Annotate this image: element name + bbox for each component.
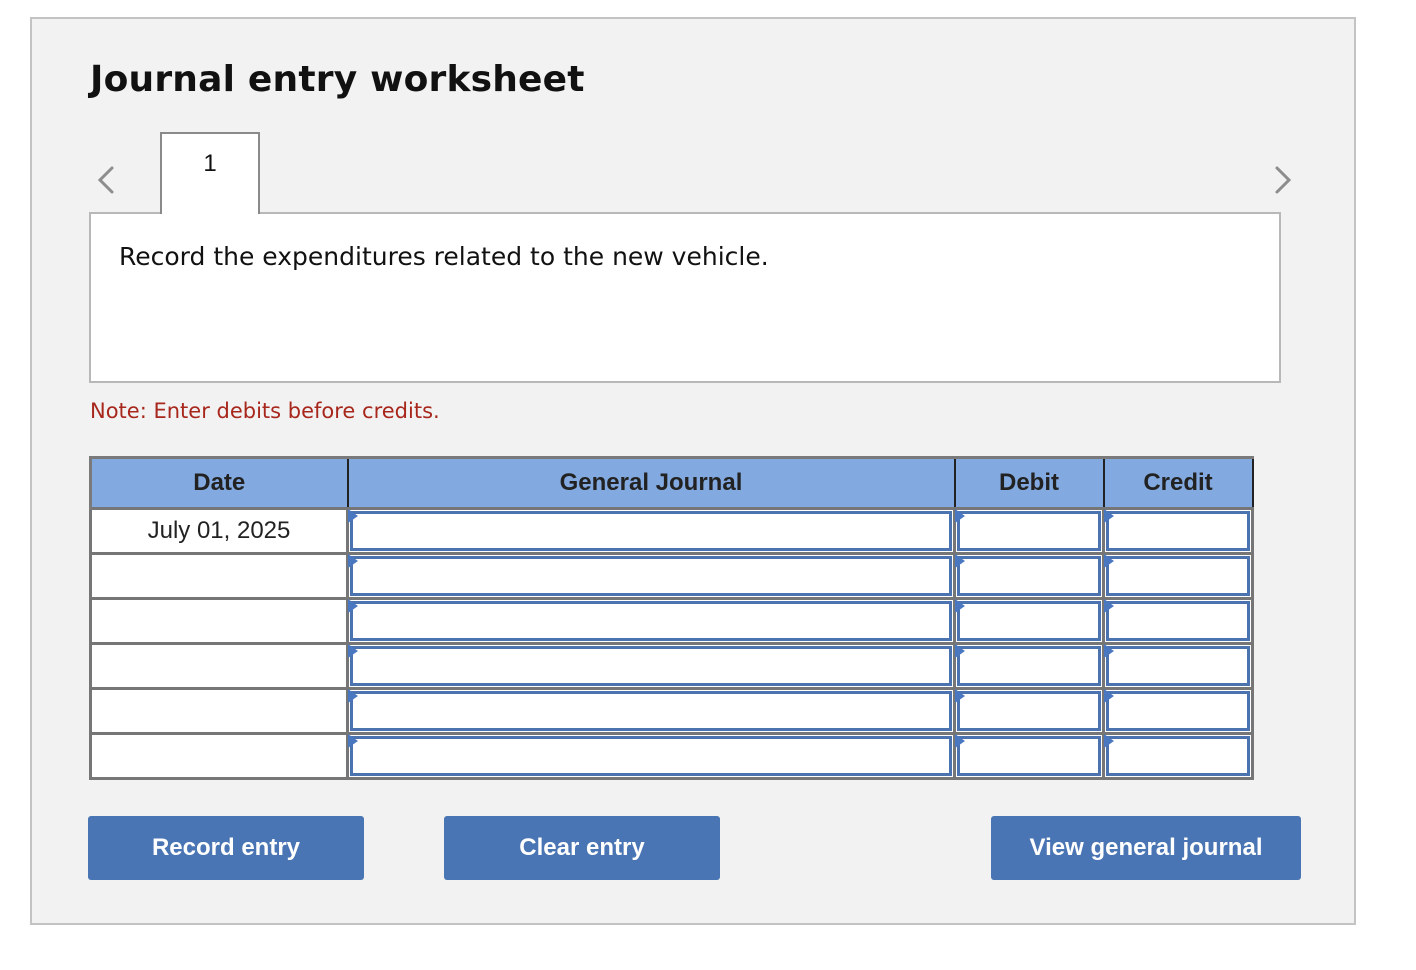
journal-table: Date General Journal Debit Credit July 0… [89, 456, 1254, 780]
credit-input[interactable] [1106, 556, 1250, 596]
clear-entry-button[interactable]: Clear entry [444, 816, 720, 880]
debit-cell [953, 642, 1105, 690]
debit-cell [953, 687, 1105, 735]
account-cell [346, 507, 956, 555]
cell-marker-icon [1104, 599, 1114, 613]
record-entry-button[interactable]: Record entry [88, 816, 364, 880]
account-dropdown[interactable] [350, 736, 952, 776]
debit-cell [953, 597, 1105, 645]
debit-input[interactable] [957, 511, 1101, 551]
cell-marker-icon [348, 734, 358, 748]
credit-cell [1102, 552, 1254, 600]
account-cell [346, 597, 956, 645]
column-header-general-journal: General Journal [346, 456, 956, 510]
credit-input[interactable] [1106, 601, 1250, 641]
cell-marker-icon [1104, 689, 1114, 703]
table-header-row: Date General Journal Debit Credit [89, 456, 1254, 510]
account-cell [346, 732, 956, 780]
worksheet-title: Journal entry worksheet [90, 59, 585, 100]
date-cell [89, 642, 349, 690]
credit-input[interactable] [1106, 736, 1250, 776]
account-cell [346, 552, 956, 600]
credit-input[interactable] [1106, 646, 1250, 686]
date-cell [89, 597, 349, 645]
debit-cell [953, 552, 1105, 600]
view-general-journal-button[interactable]: View general journal [991, 816, 1301, 880]
cell-marker-icon [955, 644, 965, 658]
cell-marker-icon [1104, 734, 1114, 748]
column-header-date: Date [89, 456, 349, 510]
next-tab-button[interactable] [1267, 164, 1297, 196]
tab-1[interactable]: 1 [160, 132, 260, 214]
cell-marker-icon [955, 554, 965, 568]
table-row [89, 552, 1254, 600]
chevron-right-icon [1275, 166, 1292, 194]
date-cell: July 01, 2025 [89, 507, 349, 555]
debit-input[interactable] [957, 601, 1101, 641]
previous-tab-button[interactable] [92, 164, 122, 196]
account-cell [346, 642, 956, 690]
chevron-left-icon [97, 166, 114, 194]
debit-cell [953, 732, 1105, 780]
account-dropdown[interactable] [350, 691, 952, 731]
account-dropdown[interactable] [350, 646, 952, 686]
cell-marker-icon [955, 599, 965, 613]
credit-cell [1102, 732, 1254, 780]
table-row [89, 687, 1254, 735]
credit-input[interactable] [1106, 511, 1250, 551]
credit-cell [1102, 642, 1254, 690]
cell-marker-icon [348, 509, 358, 523]
cell-marker-icon [348, 644, 358, 658]
cell-marker-icon [955, 509, 965, 523]
column-header-debit: Debit [953, 456, 1105, 510]
cell-marker-icon [1104, 509, 1114, 523]
cell-marker-icon [348, 554, 358, 568]
debit-cell [953, 507, 1105, 555]
cell-marker-icon [1104, 644, 1114, 658]
question-text: Record the expenditures related to the n… [119, 242, 769, 271]
account-dropdown[interactable] [350, 601, 952, 641]
table-row [89, 732, 1254, 780]
column-header-credit: Credit [1102, 456, 1254, 510]
note-text: Note: Enter debits before credits. [90, 399, 440, 423]
cell-marker-icon [348, 689, 358, 703]
credit-cell [1102, 507, 1254, 555]
cell-marker-icon [1104, 554, 1114, 568]
debit-input[interactable] [957, 556, 1101, 596]
debit-input[interactable] [957, 736, 1101, 776]
table-row: July 01, 2025 [89, 507, 1254, 555]
credit-input[interactable] [1106, 691, 1250, 731]
date-cell [89, 732, 349, 780]
date-cell [89, 687, 349, 735]
account-dropdown[interactable] [350, 511, 952, 551]
credit-cell [1102, 597, 1254, 645]
table-row [89, 642, 1254, 690]
cell-marker-icon [955, 734, 965, 748]
date-cell [89, 552, 349, 600]
worksheet-panel: Journal entry worksheet 1 Record the exp… [30, 17, 1356, 925]
cell-marker-icon [348, 599, 358, 613]
credit-cell [1102, 687, 1254, 735]
account-cell [346, 687, 956, 735]
debit-input[interactable] [957, 691, 1101, 731]
table-row [89, 597, 1254, 645]
debit-input[interactable] [957, 646, 1101, 686]
question-box: Record the expenditures related to the n… [89, 212, 1281, 383]
account-dropdown[interactable] [350, 556, 952, 596]
cell-marker-icon [955, 689, 965, 703]
